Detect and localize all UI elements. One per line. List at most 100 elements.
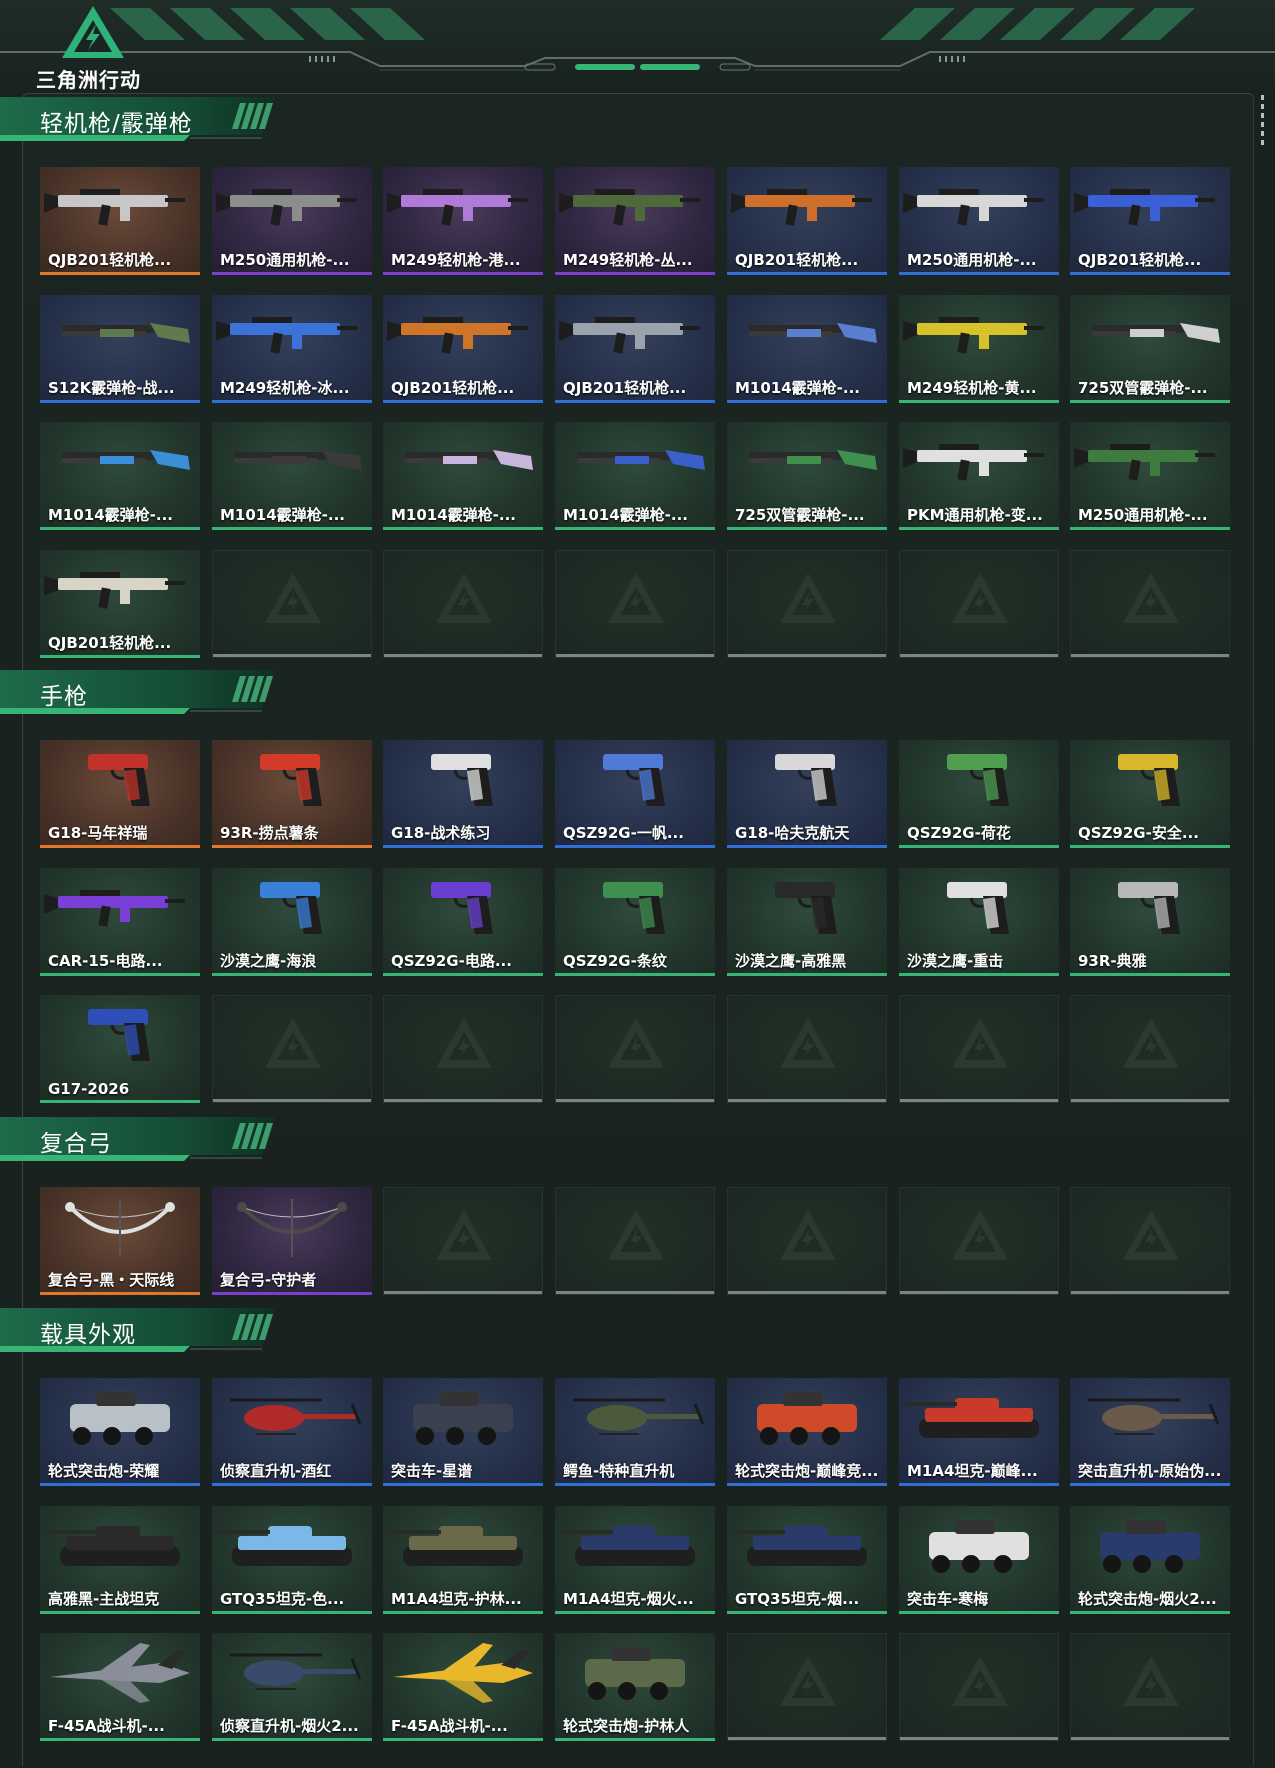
item-label: 鳄鱼-特种直升机 xyxy=(563,1462,675,1480)
section-title: 载具外观 xyxy=(40,1322,136,1348)
rarity-bar xyxy=(727,1611,887,1614)
item-card[interactable]: 轮式突击炮-巅峰竞... xyxy=(727,1378,887,1486)
item-label: PKM通用机枪-变... xyxy=(907,506,1043,524)
item-card[interactable]: 复合弓-守护者 xyxy=(212,1187,372,1295)
item-card[interactable]: 轮式突击炮-荣耀 xyxy=(40,1378,200,1486)
rarity-bar xyxy=(212,1611,372,1614)
rarity-bar xyxy=(556,654,714,657)
item-card[interactable]: M250通用机枪-... xyxy=(899,167,1059,275)
shotgun-icon xyxy=(1092,323,1220,343)
rarity-bar xyxy=(213,1099,371,1102)
helicopter-icon xyxy=(230,1653,362,1690)
rarity-bar xyxy=(212,1738,372,1741)
item-card[interactable]: S12K霰弹枪-战... xyxy=(40,295,200,403)
item-card[interactable]: 侦察直升机-烟火2... xyxy=(212,1633,372,1741)
item-card[interactable]: M1014霰弹枪-... xyxy=(555,422,715,530)
item-card[interactable]: GTQ35坦克-烟... xyxy=(727,1506,887,1614)
item-label: M1014霰弹枪-... xyxy=(220,506,345,524)
item-card[interactable]: 725双管霰弹枪-... xyxy=(727,422,887,530)
rifle-icon xyxy=(903,189,1044,226)
rarity-bar xyxy=(900,1099,1058,1102)
item-card[interactable]: M1A4坦克-护林... xyxy=(383,1506,543,1614)
item-label: M1A4坦克-巅峰... xyxy=(907,1462,1038,1480)
item-card[interactable]: 侦察直升机-酒红 xyxy=(212,1378,372,1486)
item-label: 轮式突击炮-护林人 xyxy=(563,1717,690,1735)
item-card[interactable]: G18-哈夫克航天 xyxy=(727,740,887,848)
rarity-bar xyxy=(40,272,200,275)
item-card[interactable]: QJB201轻机枪... xyxy=(1070,167,1230,275)
item-card[interactable]: M1014霰弹枪-... xyxy=(727,295,887,403)
item-card[interactable]: M1014霰弹枪-... xyxy=(383,422,543,530)
item-card[interactable]: QSZ92G-荷花 xyxy=(899,740,1059,848)
placeholder-logo-icon xyxy=(780,1210,836,1260)
item-card[interactable]: QJB201轻机枪... xyxy=(383,295,543,403)
rarity-bar xyxy=(383,400,543,403)
item-label: QJB201轻机枪... xyxy=(735,251,859,269)
item-card[interactable]: 突击直升机-原始伪... xyxy=(1070,1378,1230,1486)
rarity-bar xyxy=(384,654,542,657)
item-card[interactable]: M249轻机枪-冰... xyxy=(212,295,372,403)
item-card[interactable]: QJB201轻机枪... xyxy=(40,550,200,658)
item-card[interactable]: M249轻机枪-港... xyxy=(383,167,543,275)
item-label: M1014霰弹枪-... xyxy=(391,506,516,524)
item-card[interactable]: 轮式突击炮-护林人 xyxy=(555,1633,715,1741)
rarity-bar xyxy=(555,272,715,275)
item-card[interactable]: PKM通用机枪-变... xyxy=(899,422,1059,530)
pistol-icon xyxy=(260,754,322,806)
item-card[interactable]: M1014霰弹枪-... xyxy=(40,422,200,530)
item-card[interactable]: G18-马年祥瑞 xyxy=(40,740,200,848)
item-card[interactable]: CAR-15-电路... xyxy=(40,868,200,976)
item-card[interactable]: M249轻机枪-丛... xyxy=(555,167,715,275)
item-card[interactable]: F-45A战斗机-... xyxy=(383,1633,543,1741)
item-card[interactable]: QSZ92G-一帆... xyxy=(555,740,715,848)
item-card[interactable]: 93R-典雅 xyxy=(1070,868,1230,976)
item-card[interactable]: QSZ92G-电路... xyxy=(383,868,543,976)
item-card[interactable]: 沙漠之鹰-高雅黑 xyxy=(727,868,887,976)
tank-icon xyxy=(389,1526,523,1566)
item-card[interactable]: M250通用机枪-... xyxy=(1070,422,1230,530)
item-label: 突击车-星谱 xyxy=(391,1462,473,1480)
rarity-bar xyxy=(40,400,200,403)
item-card[interactable]: M249轻机枪-黄... xyxy=(899,295,1059,403)
placeholder-logo-icon xyxy=(1123,1210,1179,1260)
item-card[interactable]: QJB201轻机枪... xyxy=(555,295,715,403)
placeholder-logo-icon xyxy=(780,1018,836,1068)
item-card[interactable]: M1A4坦克-烟火... xyxy=(555,1506,715,1614)
placeholder-logo-icon xyxy=(436,1210,492,1260)
item-label: QJB201轻机枪... xyxy=(48,251,172,269)
item-label: G18-战术练习 xyxy=(391,824,491,842)
item-card[interactable]: M250通用机枪-... xyxy=(212,167,372,275)
item-card[interactable]: 突击车-寒梅 xyxy=(899,1506,1059,1614)
rarity-bar xyxy=(212,1483,372,1486)
scrollbar[interactable] xyxy=(1261,95,1265,149)
item-label: 轮式突击炮-烟火2... xyxy=(1078,1590,1217,1608)
item-card[interactable]: 沙漠之鹰-重击 xyxy=(899,868,1059,976)
item-label: 轮式突击炮-巅峰竞... xyxy=(735,1462,879,1480)
rifle-icon xyxy=(1074,189,1215,226)
item-card[interactable]: 复合弓-黑・天际线 xyxy=(40,1187,200,1295)
rarity-bar xyxy=(900,1737,1058,1740)
placeholder-logo-icon xyxy=(265,573,321,623)
item-card[interactable]: G17-2026 xyxy=(40,995,200,1103)
item-card[interactable]: 鳄鱼-特种直升机 xyxy=(555,1378,715,1486)
item-card[interactable]: 突击车-星谱 xyxy=(383,1378,543,1486)
item-card[interactable]: QJB201轻机枪... xyxy=(727,167,887,275)
item-card[interactable]: G18-战术练习 xyxy=(383,740,543,848)
item-card[interactable]: QJB201轻机枪... xyxy=(40,167,200,275)
item-card[interactable]: F-45A战斗机-... xyxy=(40,1633,200,1741)
item-card[interactable]: GTQ35坦克-色... xyxy=(212,1506,372,1614)
item-card[interactable]: 轮式突击炮-烟火2... xyxy=(1070,1506,1230,1614)
rarity-bar xyxy=(555,1611,715,1614)
item-card[interactable]: QSZ92G-条纹 xyxy=(555,868,715,976)
item-card[interactable]: QSZ92G-安全... xyxy=(1070,740,1230,848)
jet-icon xyxy=(393,1643,533,1703)
shotgun-icon xyxy=(234,450,362,470)
item-card[interactable]: 沙漠之鹰-海浪 xyxy=(212,868,372,976)
item-card[interactable]: 93R-捞点薯条 xyxy=(212,740,372,848)
item-label: M1014霰弹枪-... xyxy=(48,506,173,524)
item-card[interactable]: 725双管霰弹枪-... xyxy=(1070,295,1230,403)
section-header: 载具外观 xyxy=(0,1308,290,1352)
item-card[interactable]: M1A4坦克-巅峰... xyxy=(899,1378,1059,1486)
item-card[interactable]: 高雅黑-主战坦克 xyxy=(40,1506,200,1614)
item-card[interactable]: M1014霰弹枪-... xyxy=(212,422,372,530)
